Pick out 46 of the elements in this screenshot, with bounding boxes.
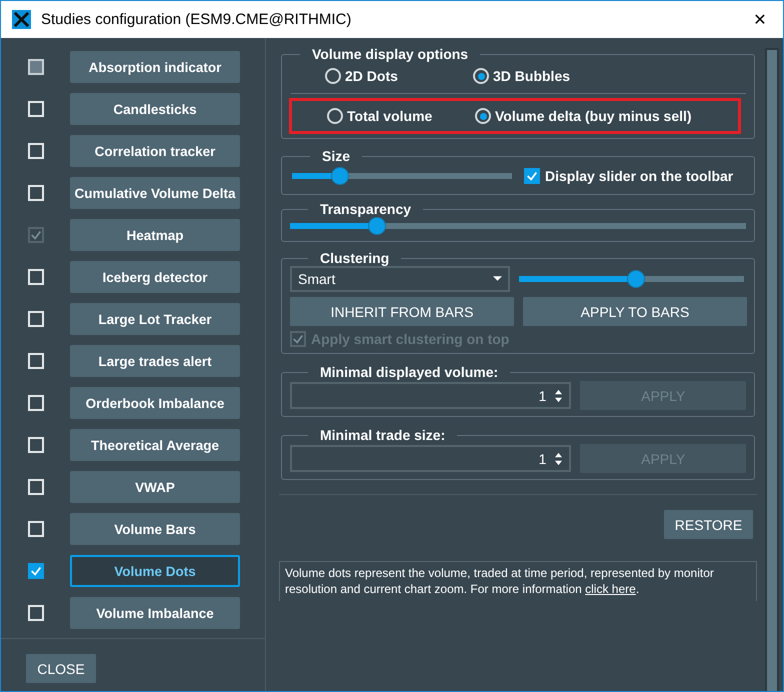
group-title: Minimal trade size: — [319, 427, 446, 443]
size-slider[interactable] — [292, 168, 512, 184]
study-button[interactable]: Volume Dots — [70, 555, 240, 587]
radio-option[interactable]: Volume delta (buy minus sell) — [475, 104, 735, 128]
restore-button[interactable]: RESTORE — [664, 510, 753, 539]
close-dialog-button[interactable]: CLOSE — [26, 654, 96, 683]
check-icon — [292, 333, 304, 345]
cluster-button[interactable]: INHERIT FROM BARS — [290, 297, 514, 326]
radio-option[interactable]: 2D Dots — [325, 64, 473, 88]
radio-option[interactable]: Total volume — [327, 104, 475, 128]
clustering-slider[interactable] — [519, 271, 744, 287]
window-title: Studies configuration (ESM9.CME@RITHMIC) — [41, 11, 352, 28]
cluster-button[interactable]: APPLY TO BARS — [523, 297, 747, 326]
study-button[interactable]: Absorption indicator — [70, 51, 240, 83]
help-link[interactable]: click here — [585, 582, 636, 596]
study-button[interactable]: Large Lot Tracker — [70, 303, 240, 335]
group-title: Size — [321, 148, 352, 164]
study-button[interactable]: Correlation tracker — [70, 135, 240, 167]
app-logo-icon — [12, 10, 31, 29]
group-title: Volume display options — [311, 46, 470, 62]
group-title: Clustering — [319, 250, 390, 266]
close-button[interactable]: ✕ — [737, 1, 783, 38]
group-title: Transparency — [319, 201, 412, 217]
study-button[interactable]: Volume Bars — [70, 513, 240, 545]
description-text: Volume dots represent the volume, traded at time period, represented by monitor resolution and current chart zoom. For more information click here. — [285, 565, 715, 597]
study-button[interactable]: VWAP — [70, 471, 240, 503]
check-icon — [526, 170, 538, 182]
study-button[interactable]: Cumulative Volume Delta — [70, 177, 240, 209]
radio-option[interactable]: 3D Bubbles — [473, 64, 621, 88]
spinner-icon — [554, 388, 564, 402]
checkbox-option[interactable]: Display slider on the toolbar — [524, 168, 734, 184]
mode-dropdown[interactable]: Smart — [290, 266, 510, 292]
study-button[interactable]: Iceberg detector — [70, 261, 240, 293]
check-icon — [30, 229, 42, 241]
checkbox[interactable] — [28, 563, 44, 579]
study-button[interactable]: Theoretical Average — [70, 429, 240, 461]
check-icon — [30, 565, 42, 577]
spinner-icon — [554, 452, 564, 466]
study-button[interactable]: Candlesticks — [70, 93, 240, 125]
study-button[interactable]: Large trades alert — [70, 345, 240, 377]
group-title: Minimal displayed volume: — [319, 364, 500, 380]
scrollbar[interactable] — [765, 48, 779, 691]
transparency-slider[interactable] — [290, 218, 746, 234]
study-button[interactable]: Orderbook Imbalance — [70, 387, 240, 419]
study-button[interactable]: Volume Imbalance — [70, 597, 240, 629]
caret-icon — [493, 276, 502, 282]
